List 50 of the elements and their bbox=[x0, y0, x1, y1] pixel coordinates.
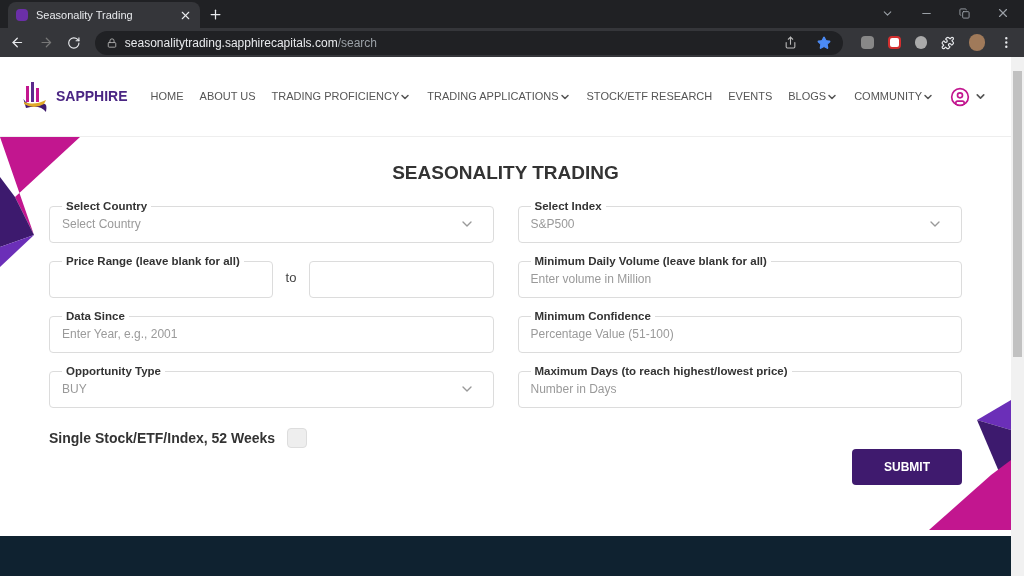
field-label: Select Index bbox=[533, 198, 603, 214]
field-value: BUY bbox=[62, 380, 88, 398]
address-bar[interactable]: seasonalitytrading.sapphirecapitals.com/search bbox=[94, 30, 844, 55]
close-icon[interactable] bbox=[996, 6, 1010, 20]
scrollbar[interactable] bbox=[1011, 57, 1024, 576]
reload-icon[interactable] bbox=[67, 35, 81, 50]
field-label: Minimum Daily Volume (leave blank for all) bbox=[533, 253, 768, 269]
nav-link[interactable]: TRADING PROFICIENCY bbox=[271, 88, 412, 105]
nav-link[interactable]: ABOUT US bbox=[199, 88, 256, 105]
nav-link[interactable]: HOME bbox=[150, 88, 184, 105]
field-label: Select Country bbox=[65, 198, 149, 214]
new-tab-icon[interactable] bbox=[208, 7, 223, 22]
page-title: SEASONALITY TRADING bbox=[391, 161, 620, 185]
extension-icon[interactable] bbox=[914, 36, 928, 49]
field-value: S&P500 bbox=[530, 215, 576, 233]
profile-avatar[interactable] bbox=[968, 34, 986, 51]
back-icon[interactable] bbox=[10, 35, 25, 50]
field-label: Data Since bbox=[65, 308, 126, 324]
favicon-icon bbox=[16, 9, 28, 21]
lock-icon bbox=[106, 37, 117, 48]
logo-text: SAPPHIRE bbox=[56, 87, 128, 106]
field-label: Opportunity Type bbox=[65, 363, 162, 379]
extensions-icon[interactable] bbox=[941, 35, 955, 50]
checkbox-label: Single Stock/ETF/Index, 52 Weeks bbox=[49, 428, 276, 448]
nav-link[interactable]: BLOGS bbox=[788, 88, 839, 105]
url-text: seasonalitytrading.sapphirecapitals.com/search bbox=[124, 34, 378, 52]
input-field[interactable] bbox=[309, 260, 494, 298]
submit-button[interactable]: SUBMIT bbox=[852, 448, 962, 485]
tab-title: Seasonality Trading bbox=[36, 7, 134, 23]
forward-icon[interactable] bbox=[38, 35, 54, 50]
nav-link[interactable]: TRADING APPLICATIONS bbox=[427, 88, 571, 105]
range-separator: to bbox=[284, 269, 298, 287]
field-label: Maximum Days (to reach highest/lowest price) bbox=[533, 363, 789, 379]
field-label: Price Range (leave blank for all) bbox=[65, 253, 241, 269]
checkbox[interactable] bbox=[287, 428, 308, 448]
browser-tab[interactable]: Seasonality Trading bbox=[8, 2, 200, 28]
field-label: Minimum Confidence bbox=[533, 308, 652, 324]
field-placeholder: Enter volume in Million bbox=[530, 270, 652, 288]
extension-icon[interactable] bbox=[887, 36, 901, 49]
field-placeholder: Number in Days bbox=[530, 380, 617, 398]
nav-link[interactable]: EVENTS bbox=[728, 88, 773, 105]
field-placeholder: Percentage Value (51-100) bbox=[530, 325, 674, 343]
nav-link[interactable]: COMMUNITY bbox=[854, 88, 934, 105]
share-icon[interactable] bbox=[784, 36, 798, 49]
field-placeholder: Select Country bbox=[62, 215, 141, 233]
restore-icon[interactable] bbox=[959, 7, 970, 19]
star-icon[interactable] bbox=[817, 35, 832, 50]
nav-link[interactable]: STOCK/ETF RESEARCH bbox=[586, 88, 713, 105]
field-placeholder: Enter Year, e.g., 2001 bbox=[62, 325, 178, 343]
user-icon[interactable] bbox=[950, 86, 970, 107]
